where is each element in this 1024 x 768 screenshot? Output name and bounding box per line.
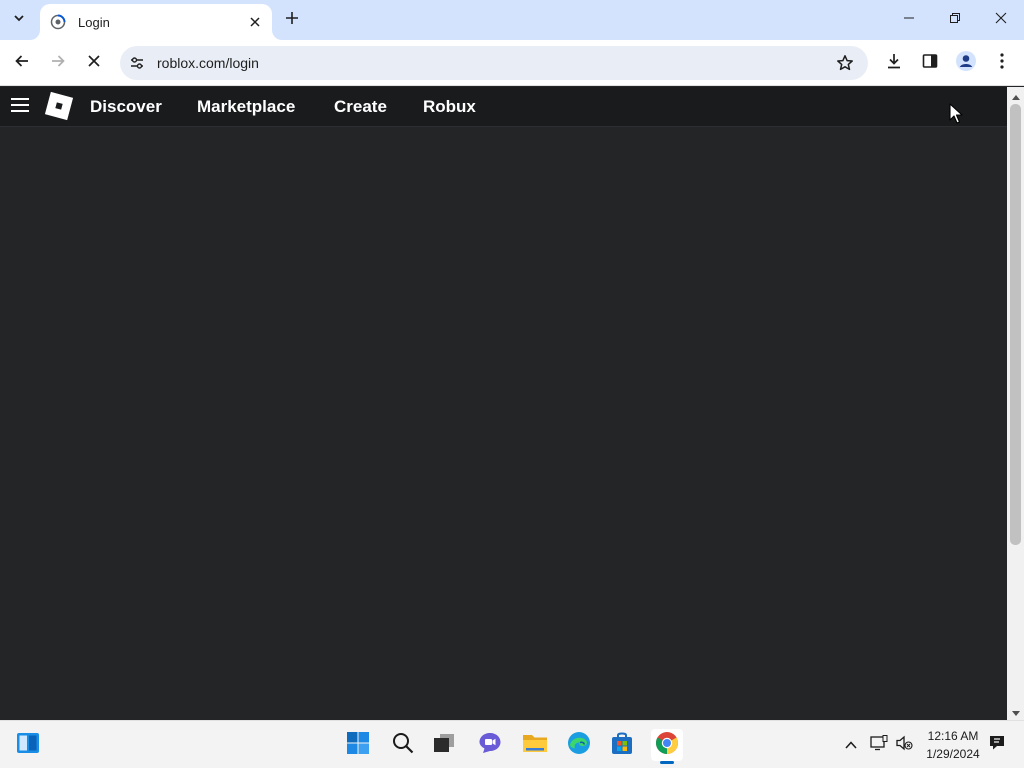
triangle-down-icon — [1011, 703, 1020, 721]
tab-search-button[interactable] — [6, 7, 32, 33]
store-icon — [610, 731, 634, 760]
task-view-icon — [433, 733, 455, 758]
nav-robux[interactable]: Robux — [423, 87, 476, 127]
edge-browser-button[interactable] — [563, 729, 595, 761]
roblox-logo-icon — [44, 91, 74, 126]
close-icon — [995, 11, 1007, 29]
notification-bell-icon — [988, 734, 1006, 757]
scroll-up-button[interactable] — [1007, 87, 1024, 104]
edge-icon — [567, 731, 591, 760]
hamburger-icon — [10, 97, 30, 118]
roblox-header: Discover Marketplace Create Robux — [0, 87, 1007, 127]
task-view-button[interactable] — [428, 729, 460, 761]
widgets-icon — [16, 732, 40, 759]
page-content: Discover Marketplace Create Robux — [0, 87, 1007, 720]
windows-taskbar: 12:16 AM 1/29/2024 — [0, 720, 1024, 768]
volume-button[interactable] — [893, 733, 915, 757]
cursor-arrow-icon — [949, 103, 963, 129]
nav-create[interactable]: Create — [334, 87, 387, 127]
page-scrollbar[interactable] — [1007, 87, 1024, 720]
stop-loading-button[interactable] — [78, 47, 110, 79]
browser-tab-login[interactable]: Login — [40, 4, 272, 40]
new-tab-button[interactable] — [280, 8, 304, 32]
active-app-indicator — [660, 761, 674, 764]
close-window-button[interactable] — [978, 0, 1024, 40]
microsoft-store-button[interactable] — [606, 729, 638, 761]
file-explorer-icon — [522, 732, 548, 759]
teams-chat-icon — [478, 732, 502, 759]
scroll-down-button[interactable] — [1007, 703, 1024, 720]
clock-date: 1/29/2024 — [926, 747, 980, 761]
clock-time: 12:16 AM — [927, 729, 979, 743]
browser-tab-strip: Login — [0, 0, 1024, 40]
system-clock[interactable]: 12:16 AM 1/29/2024 — [918, 727, 988, 763]
notifications-button[interactable] — [986, 733, 1008, 757]
restore-window-button[interactable] — [932, 0, 978, 40]
nav-discover[interactable]: Discover — [90, 87, 162, 127]
triangle-up-icon — [1011, 87, 1020, 105]
browser-toolbar: roblox.com/login — [0, 40, 1024, 86]
bookmark-star-icon[interactable] — [830, 48, 860, 78]
site-settings-icon[interactable] — [127, 53, 147, 73]
network-monitor-icon — [870, 734, 888, 756]
address-url[interactable]: roblox.com/login — [157, 55, 830, 71]
arrow-right-icon — [50, 53, 66, 74]
teams-chat-button[interactable] — [474, 729, 506, 761]
back-button[interactable] — [6, 47, 38, 79]
download-icon — [885, 52, 903, 75]
side-panel-button[interactable] — [914, 47, 946, 79]
chrome-icon — [655, 731, 679, 760]
profile-avatar-icon — [955, 50, 977, 77]
show-hidden-icons-button[interactable] — [840, 733, 862, 757]
forward-button[interactable] — [42, 47, 74, 79]
close-icon — [87, 54, 101, 73]
mouse-cursor — [949, 103, 963, 125]
arrow-left-icon — [14, 53, 30, 74]
restore-icon — [949, 11, 961, 29]
search-icon — [392, 732, 414, 759]
volume-muted-icon — [895, 735, 913, 756]
roblox-logo[interactable] — [44, 91, 74, 126]
nav-marketplace[interactable]: Marketplace — [197, 87, 295, 127]
close-tab-icon[interactable] — [246, 13, 264, 31]
downloads-button[interactable] — [878, 47, 910, 79]
chevron-up-icon — [845, 736, 857, 754]
network-status-button[interactable] — [868, 733, 890, 757]
loading-favicon-icon — [50, 14, 66, 30]
minimize-window-button[interactable] — [886, 0, 932, 40]
chevron-down-icon — [13, 11, 25, 29]
tab-title: Login — [78, 14, 110, 30]
side-panel-icon — [922, 53, 938, 74]
browser-menu-button[interactable] — [986, 47, 1018, 79]
address-bar[interactable]: roblox.com/login — [120, 46, 868, 80]
chrome-taskbar-button[interactable] — [651, 729, 683, 761]
start-button[interactable] — [342, 729, 374, 761]
plus-icon — [285, 11, 299, 30]
start-icon — [346, 731, 370, 760]
profile-button[interactable] — [950, 47, 982, 79]
hamburger-menu-button[interactable] — [8, 95, 32, 119]
file-explorer-button[interactable] — [519, 729, 551, 761]
scrollbar-thumb[interactable] — [1010, 104, 1021, 545]
taskbar-search-button[interactable] — [387, 729, 419, 761]
widgets-button[interactable] — [12, 729, 44, 761]
minimize-icon — [903, 11, 915, 29]
more-vertical-icon — [1000, 52, 1004, 74]
